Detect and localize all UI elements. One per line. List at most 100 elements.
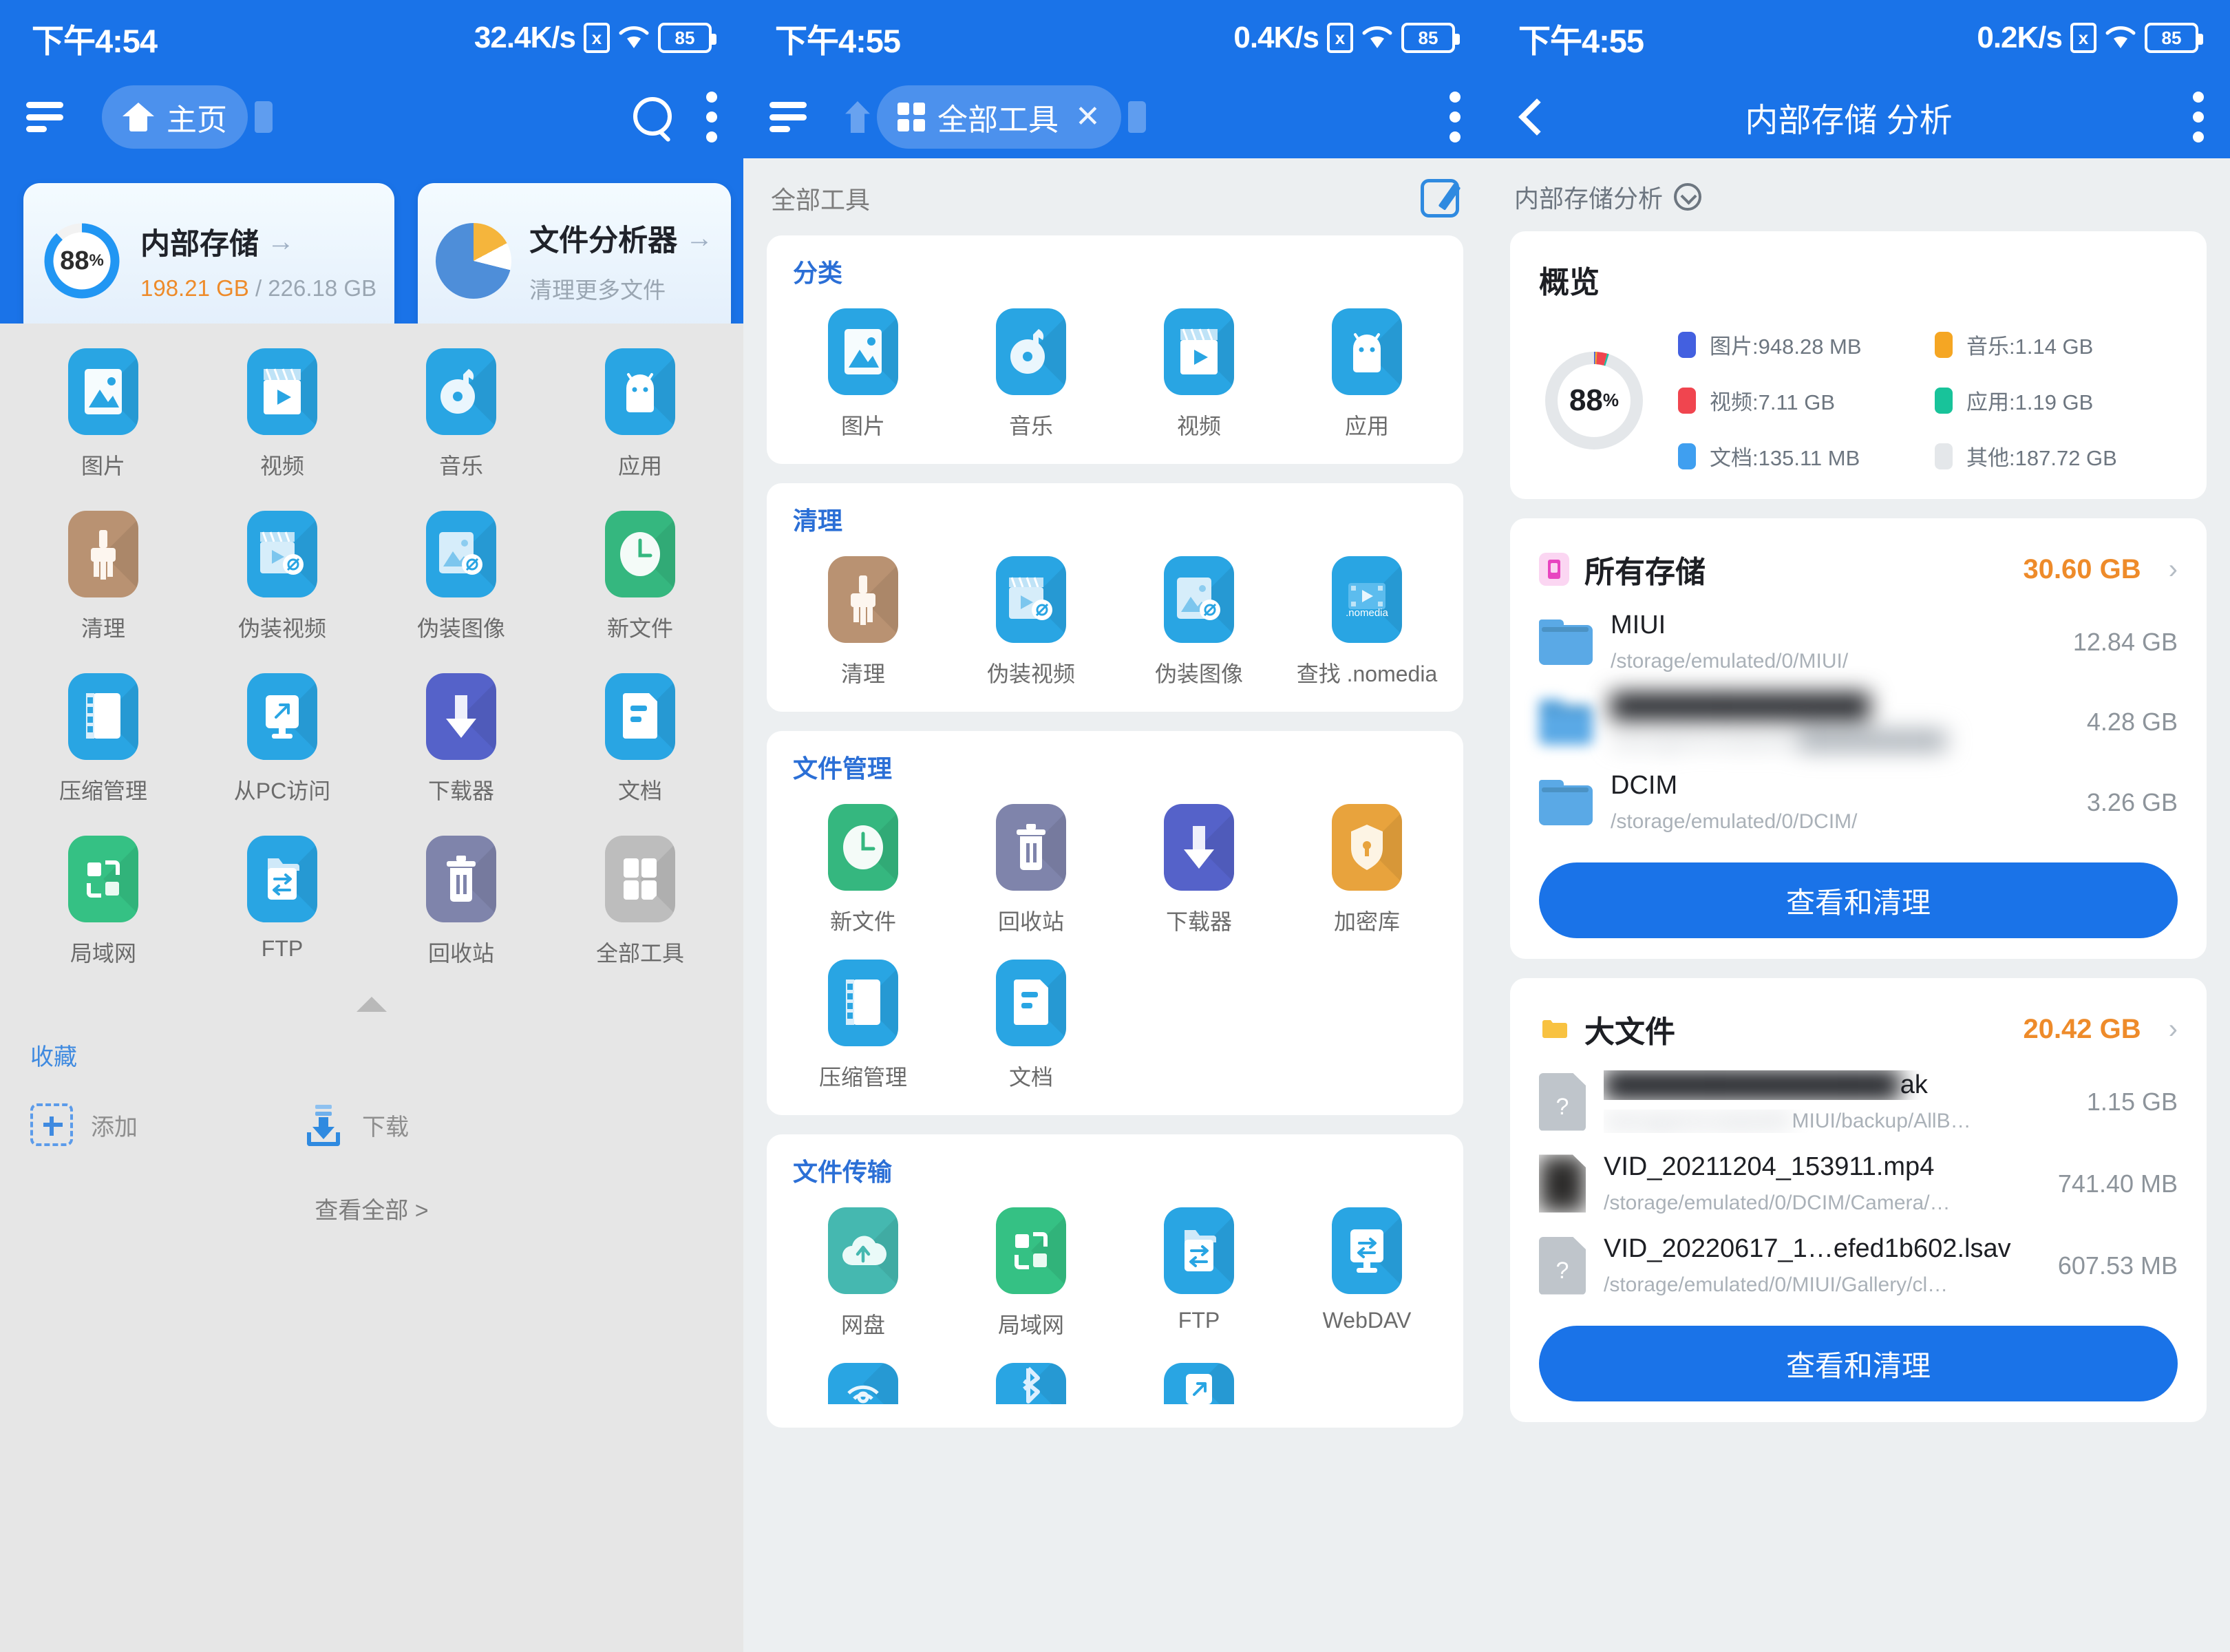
table-row[interactable]: ​██████████████ ​/storage/emulated/0/███… [1510,673,2207,752]
table-row[interactable]: ? ████████████████ak /storage/emulated/0… [1510,1051,2207,1133]
tool-item-all-tools[interactable]: 全部工具 [551,836,730,968]
tool-item-music[interactable]: 音乐 [947,308,1115,441]
panel-storage-analysis: 下午4:55 0.2K/s x 85 内部存储 分析 内部存储分析 概览 88 … [1487,0,2230,1652]
tool-item-apps[interactable]: 应用 [1283,308,1451,441]
favorite-download-item[interactable]: 下载 [303,1103,409,1146]
tool-item-clean[interactable]: 清理 [14,511,193,643]
hidden-image-icon [426,511,496,597]
tool-label: 压缩管理 [818,1065,907,1090]
storage-total: 226.18 GB [268,275,377,301]
chevron-down-icon[interactable] [1674,183,1702,211]
file-size: 741.40 MB [2057,1169,2178,1198]
tool-item-partial-bluetooth[interactable] [947,1363,1115,1404]
tool-item-cloud-drive[interactable]: 网盘 [779,1207,947,1339]
all-storage-header[interactable]: 所有存储 30.60 GB › [1510,544,2207,591]
section-size: 30.60 GB [2023,553,2141,584]
legend-item-music: 音乐:1.14 GB [1935,329,2178,360]
back-chevron-icon[interactable] [1518,98,1555,136]
status-right-group: 32.4K/s x 85 [474,21,716,55]
breadcrumb[interactable]: 内部存储分析 [1487,158,2230,231]
kebab-menu-icon[interactable] [1450,92,1461,142]
file-analyzer-card[interactable]: 文件分析器 → 清理更多文件 [418,183,732,339]
table-row[interactable]: MIUI /storage/emulated/0/MIUI/ 12.84 GB [1510,591,2207,673]
section-cleaning: 清理 清理 伪装视频 伪装图像 .nomedia 查找 .nomedia [767,483,1463,712]
tool-item-encrypted-vault[interactable]: 加密库 [1283,804,1451,936]
hamburger-menu-icon[interactable] [26,102,63,132]
tool-item-lan[interactable]: 局域网 [14,836,193,968]
table-row[interactable]: DCIM /storage/emulated/0/DCIM/ 3.26 GB [1510,752,2207,834]
tool-label: 新文件 [606,616,673,641]
tool-item-partial-remote[interactable] [1115,1363,1283,1404]
tool-label: 伪装图像 [416,616,505,641]
tool-item-hidden-video[interactable]: 伪装视频 [193,511,372,643]
tool-item-music[interactable]: 音乐 [372,348,551,480]
tool-item-apps[interactable]: 应用 [551,348,730,480]
phone-storage-icon [1539,553,1569,586]
tool-item-partial-wifi-share[interactable] [779,1363,947,1404]
breadcrumb-all-tools-tab[interactable]: 全部工具 ✕ [877,85,1121,149]
android-app-icon [1332,308,1402,395]
internal-storage-title: 内部存储 → [140,220,376,263]
tool-label: 音乐 [438,454,483,478]
tool-item-images[interactable]: 图片 [14,348,193,480]
tool-label: WebDAV [1322,1308,1412,1333]
tool-item-trash[interactable]: 回收站 [372,836,551,968]
chevron-right-icon[interactable]: › [2169,554,2178,585]
tool-item-downloader[interactable]: 下载器 [372,673,551,805]
tool-item-hidden-image[interactable]: 伪装图像 [1115,556,1283,688]
wifi-icon [1362,26,1392,48]
collapse-arrow-icon[interactable] [357,997,387,1012]
large-files-header[interactable]: 大文件 20.42 GB › [1510,1004,2207,1051]
tool-item-videos[interactable]: 视频 [193,348,372,480]
edit-pencil-icon[interactable] [1421,179,1461,218]
view-and-clean-button[interactable]: 查看和清理 [1539,1326,2178,1401]
tool-item-downloader[interactable]: 下载器 [1115,804,1283,936]
tool-item-trash[interactable]: 回收站 [947,804,1115,936]
section-name: 所有存储 [1584,555,1706,589]
tool-item-videos[interactable]: 视频 [1115,308,1283,441]
tool-item-archive[interactable]: 压缩管理 [779,960,947,1092]
hamburger-menu-icon[interactable] [769,102,807,132]
tool-item-documents[interactable]: 文档 [947,960,1115,1092]
file-path: /storage/emulated/0/MIUI/Gallery/cl… [1604,1273,1948,1296]
tool-item-archive[interactable]: 压缩管理 [14,673,193,805]
table-row[interactable]: ? VID_20220617_1…efed1b602.lsav /storage… [1510,1215,2207,1297]
tool-item-pc-access[interactable]: 从PC访问 [193,673,372,805]
file-path: /storage/emulated/0/DCIM/ [1611,810,1858,833]
tool-item-webdav[interactable]: WebDAV [1283,1207,1451,1339]
view-and-clean-button[interactable]: 查看和清理 [1539,862,2178,938]
breadcrumb-home-tab[interactable]: 主页 [102,85,248,149]
legend-label: 文档:135.11 MB [1710,446,1860,470]
chevron-right-icon[interactable]: › [2169,1014,2178,1045]
tool-label: 视频 [259,454,304,478]
legend-swatch [1678,387,1696,414]
internal-storage-card[interactable]: 88% 内部存储 → 198.21 GB / 226.18 GB [23,183,395,339]
kebab-menu-icon[interactable] [2193,92,2204,142]
table-row[interactable]: VID_20211204_153911.mp4 /storage/emulate… [1510,1133,2207,1215]
breadcrumb-home-ghost[interactable] [845,101,870,133]
breadcrumb-next-ghost[interactable] [255,101,273,133]
tool-item-find-nomedia[interactable]: .nomedia 查找 .nomedia [1283,556,1451,688]
legend-swatch [1678,443,1696,469]
tool-item-hidden-image[interactable]: 伪装图像 [372,511,551,643]
tool-item-ftp[interactable]: FTP [1115,1207,1283,1339]
tool-item-hidden-video[interactable]: 伪装视频 [947,556,1115,688]
tool-item-ftp[interactable]: FTP [193,836,372,968]
network-speed: 32.4K/s [474,21,576,54]
tool-item-images[interactable]: 图片 [779,308,947,441]
tool-item-lan[interactable]: 局域网 [947,1207,1115,1339]
favorite-add-button[interactable]: 添加 [30,1103,138,1146]
internal-storage-label: 内部存储 [140,228,259,261]
tool-label: FTP [261,936,304,961]
close-icon[interactable]: ✕ [1071,102,1101,132]
tool-item-documents[interactable]: 文档 [551,673,730,805]
tool-item-new-files[interactable]: 新文件 [779,804,947,936]
shield-lock-icon [1332,804,1402,891]
kebab-menu-icon[interactable] [706,92,717,142]
all-tools-grid-icon [605,836,675,922]
tool-item-new-files[interactable]: 新文件 [551,511,730,643]
tool-item-clean[interactable]: 清理 [779,556,947,688]
search-icon[interactable] [630,96,673,138]
see-all-link[interactable]: 查看全部 > [0,1146,743,1225]
breadcrumb-next-ghost[interactable] [1127,101,1146,133]
